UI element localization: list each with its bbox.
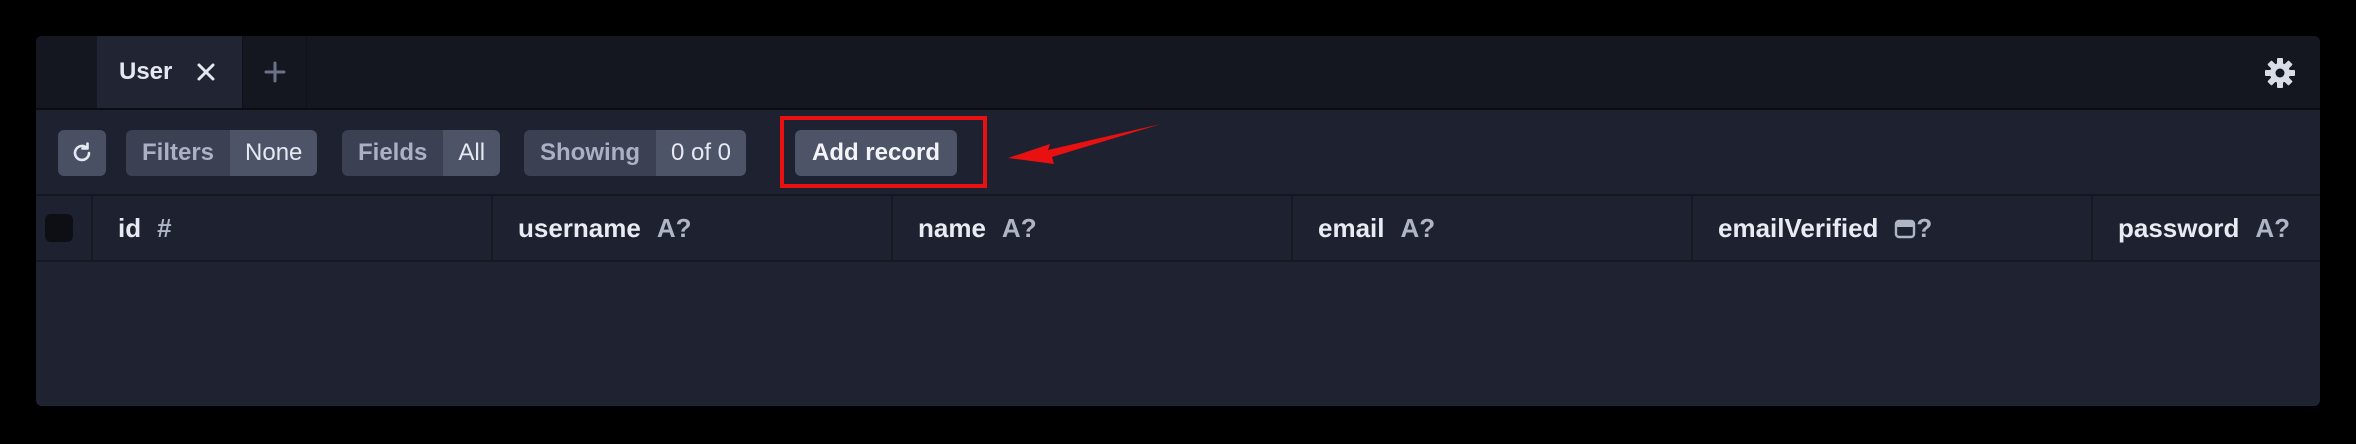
column-type-wrapper: ? bbox=[1894, 213, 1932, 244]
column-name: id bbox=[118, 212, 142, 243]
column-header-email[interactable]: email A? bbox=[1293, 196, 1693, 260]
add-tab-button[interactable] bbox=[244, 36, 307, 108]
gear-icon[interactable] bbox=[2264, 57, 2296, 89]
column-type: A? bbox=[2255, 212, 2291, 243]
calendar-icon bbox=[1895, 219, 1916, 239]
tab-bar: User bbox=[36, 36, 2320, 110]
column-header-emailverified[interactable]: emailVerified ? bbox=[1693, 196, 2093, 260]
column-header-password[interactable]: password A? bbox=[2093, 196, 2320, 260]
table-header: id # username A? name A? email A? emailV… bbox=[36, 196, 2320, 262]
column-type: A? bbox=[1400, 212, 1436, 243]
showing-control[interactable]: Showing 0 of 0 bbox=[524, 130, 747, 176]
column-name: password bbox=[2118, 212, 2240, 243]
close-icon[interactable] bbox=[194, 60, 218, 84]
column-type: A? bbox=[1001, 212, 1037, 243]
column-header-id[interactable]: id # bbox=[93, 196, 493, 260]
annotation-highlight-box bbox=[780, 116, 987, 188]
column-name: username bbox=[518, 212, 641, 243]
refresh-button[interactable] bbox=[58, 130, 106, 176]
column-header-username[interactable]: username A? bbox=[493, 196, 893, 260]
filters-control[interactable]: Filters None bbox=[126, 130, 318, 176]
tab-bar-gutter bbox=[36, 36, 98, 108]
column-type: ? bbox=[1916, 212, 1933, 243]
column-type: A? bbox=[656, 212, 692, 243]
showing-label: Showing bbox=[524, 130, 656, 176]
fields-control[interactable]: Fields All bbox=[342, 130, 501, 176]
filters-label: Filters bbox=[126, 130, 231, 176]
refresh-icon bbox=[73, 142, 91, 162]
app-window: User Filters None Fields All Showing 0 o… bbox=[36, 36, 2320, 406]
tab-label: User bbox=[119, 58, 173, 85]
showing-value: 0 of 0 bbox=[655, 130, 747, 176]
plus-icon bbox=[264, 61, 286, 83]
select-all-cell bbox=[36, 196, 93, 260]
fields-label: Fields bbox=[342, 130, 444, 176]
fields-value: All bbox=[443, 130, 501, 176]
filters-value: None bbox=[230, 130, 318, 176]
select-all-checkbox[interactable] bbox=[45, 214, 73, 242]
column-type: # bbox=[157, 212, 172, 243]
tab-user[interactable]: User bbox=[97, 36, 243, 108]
column-name: emailVerified bbox=[1718, 212, 1879, 243]
column-name: name bbox=[918, 212, 986, 243]
column-header-name[interactable]: name A? bbox=[893, 196, 1293, 260]
column-name: email bbox=[1318, 212, 1385, 243]
table-body-empty bbox=[36, 262, 2320, 406]
annotation-arrow bbox=[1008, 124, 1161, 164]
